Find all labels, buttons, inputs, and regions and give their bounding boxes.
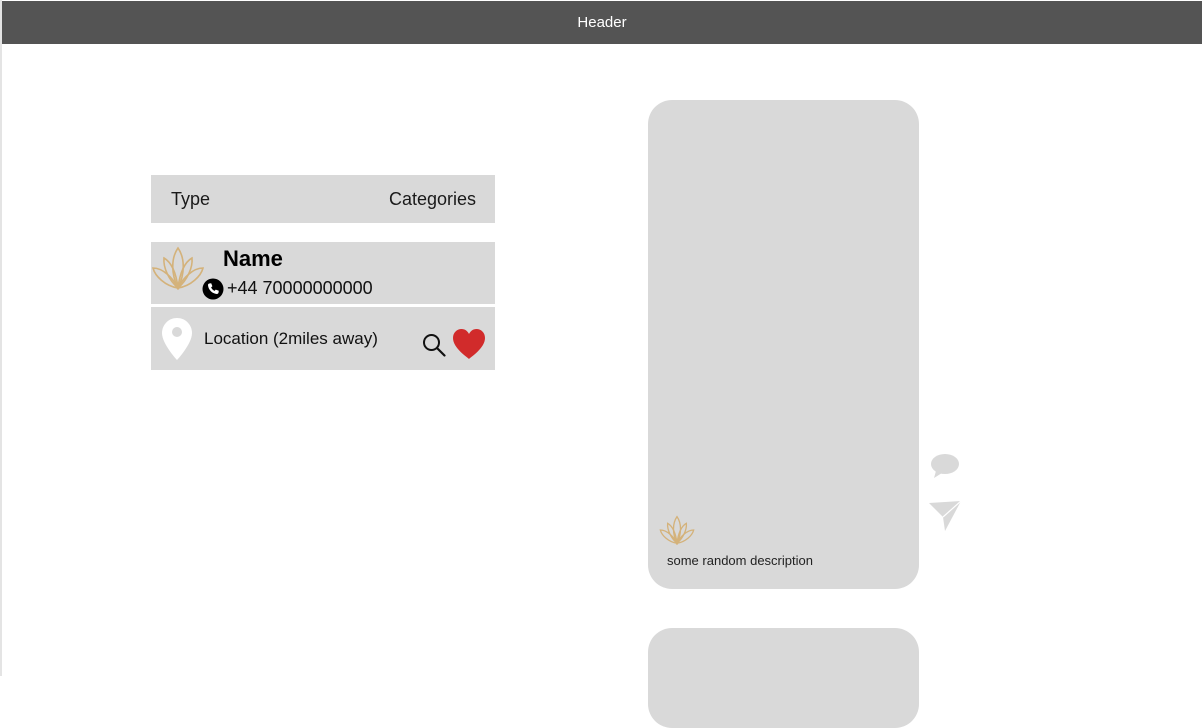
heart-icon[interactable]	[452, 328, 486, 360]
listing-name: Name	[223, 246, 283, 271]
filter-bar: Type Categories	[151, 175, 495, 223]
lotus-logo-icon	[151, 246, 205, 291]
listing-phone[interactable]: +44 70000000000	[227, 278, 373, 299]
comment-icon[interactable]	[929, 452, 961, 480]
header-title: Header	[577, 14, 627, 31]
post-card[interactable]: some random description	[648, 100, 919, 589]
location-pin-icon	[162, 318, 192, 360]
page-left-border	[0, 0, 2, 676]
listing-card-header[interactable]: Name +44 70000000000	[151, 242, 495, 304]
categories-filter[interactable]: Categories	[389, 189, 476, 210]
send-icon[interactable]	[928, 500, 962, 532]
listing-location: Location (2miles away)	[204, 329, 378, 348]
listing-card-footer: Location (2miles away)	[151, 307, 495, 370]
lotus-logo-icon	[659, 515, 695, 546]
phone-icon[interactable]	[202, 278, 224, 300]
type-filter[interactable]: Type	[171, 189, 210, 210]
app-header: Header	[2, 1, 1202, 44]
post-card[interactable]	[648, 628, 919, 728]
post-description: some random description	[667, 553, 813, 568]
search-icon[interactable]	[422, 333, 446, 357]
